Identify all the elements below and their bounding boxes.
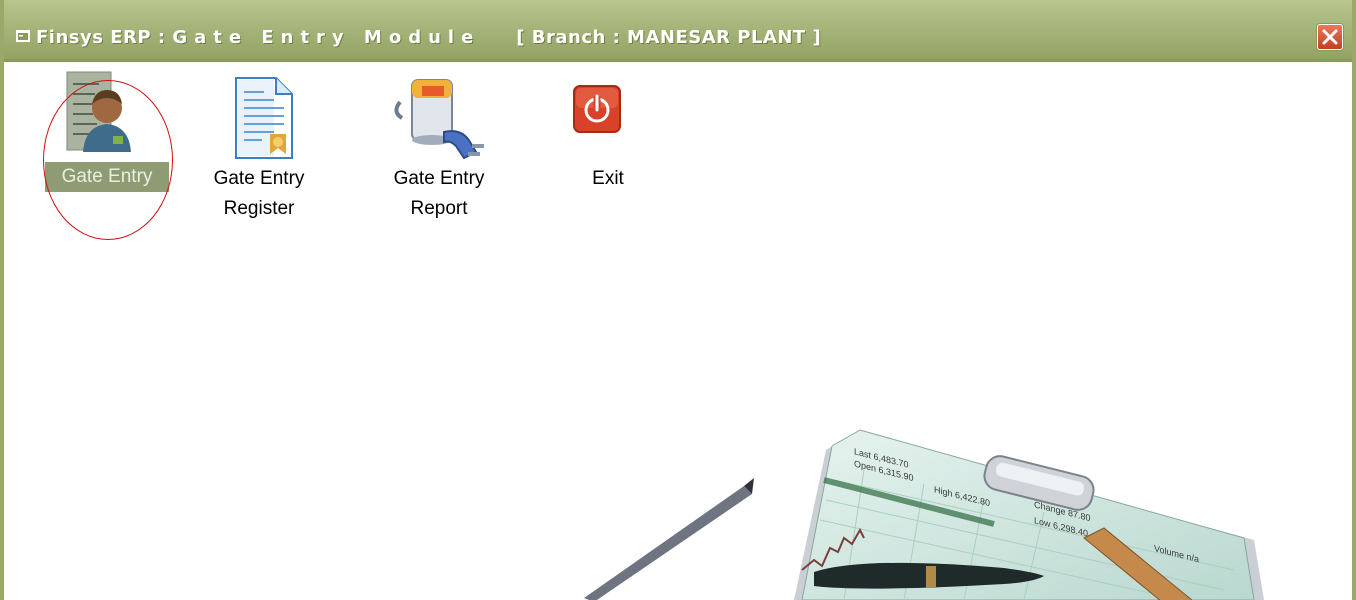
module-name: Gate Entry Module <box>172 27 481 48</box>
gate-entry-person-icon <box>66 71 131 152</box>
register-document-icon <box>235 77 293 159</box>
gate-entry-report-label: Gate Entry Report <box>393 168 485 219</box>
exit-button[interactable]: Exit <box>560 72 656 202</box>
app-name: Finsys ERP <box>36 27 152 48</box>
clipboard-illustration: Last 6,483.70 Open 6,315.90 High 6,422.8… <box>584 429 1264 600</box>
close-button[interactable] <box>1317 24 1343 50</box>
power-exit-icon <box>573 85 621 133</box>
exit-label: Exit <box>592 168 624 189</box>
close-icon <box>1322 29 1338 45</box>
title-bar[interactable]: Finsys ERP : Gate Entry Module [ Branch :… <box>4 0 1352 62</box>
branch-label: [ Branch : MANESAR PLANT ] <box>516 27 822 48</box>
app-window: Finsys ERP : Gate Entry Module [ Branch :… <box>0 0 1356 600</box>
title-separator: : <box>157 27 166 48</box>
gate-entry-button[interactable]: Gate Entry <box>42 66 172 206</box>
window-title: Finsys ERP : Gate Entry Module [ Branch :… <box>36 27 821 48</box>
report-plug-icon <box>394 79 484 160</box>
gate-entry-register-label: Gate Entry Register <box>213 168 305 219</box>
window-app-icon <box>16 30 30 42</box>
gate-entry-register-button[interactable]: Gate Entry Register <box>204 72 314 232</box>
gate-entry-report-button[interactable]: Gate Entry Report <box>376 72 502 232</box>
gate-entry-label: Gate Entry <box>45 162 169 192</box>
